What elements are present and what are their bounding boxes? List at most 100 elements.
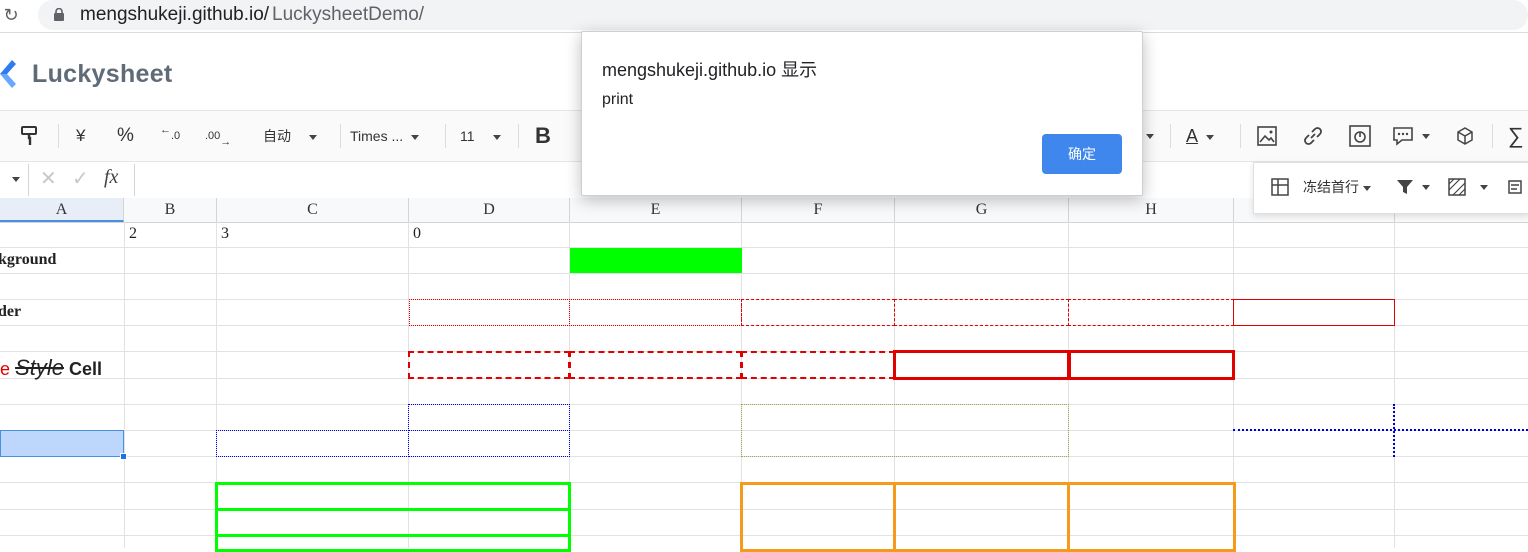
number-format-label: 自动 [263, 128, 291, 144]
orange-border-block [740, 482, 1236, 552]
cancel-icon[interactable]: ✕ [40, 166, 57, 191]
green-border-block [215, 482, 571, 552]
confirm-icon[interactable]: ✓ [72, 166, 89, 191]
toolbar-separator [1240, 124, 1241, 148]
chevron-down-icon [492, 134, 501, 140]
cell-a2: kground [0, 251, 57, 268]
decrease-decimal-label: .0 [171, 130, 181, 142]
insert-image-icon[interactable] [1257, 126, 1277, 146]
chevron-down-icon[interactable] [1146, 134, 1154, 139]
cell-c9-border [216, 430, 409, 457]
font-family-dropdown[interactable]: Times ... [350, 111, 420, 161]
fx-label: fx [104, 166, 119, 188]
column-header-b[interactable]: B [124, 198, 217, 222]
chevron-down-icon[interactable] [12, 177, 20, 182]
app-logo-text: Luckysheet [32, 60, 173, 88]
decrease-decimal-button[interactable]: ←.0 [160, 111, 180, 161]
fill-handle[interactable] [120, 453, 127, 460]
lock-icon [54, 8, 64, 21]
cell-e4-border [569, 299, 742, 326]
cell-f4-border [741, 299, 895, 326]
increase-decimal-button[interactable]: .00→ [205, 111, 231, 161]
cell-a6-cell-text: Cell [68, 359, 102, 379]
cell-b1: 2 [129, 225, 137, 242]
dialog-title: mengshukeji.github.io 显示 [602, 60, 818, 80]
column-header-c[interactable]: C [217, 198, 409, 222]
col-j-blue-border [1393, 404, 1395, 457]
cell-d4-border [409, 299, 570, 326]
font-size-label: 11 [460, 128, 475, 144]
font-color-button[interactable]: A [1186, 111, 1215, 161]
filter-icon[interactable] [1396, 178, 1414, 196]
cell-a6-style-text: Style [15, 355, 64, 380]
toolbar-separator [445, 124, 446, 148]
selected-cell-a9[interactable] [0, 430, 124, 457]
cell-f8-g9-border [741, 404, 1069, 457]
format-painter-icon[interactable] [20, 124, 40, 148]
url-host-text: mengshukeji.github.io/ [80, 4, 270, 25]
ok-button[interactable]: 确定 [1042, 134, 1122, 174]
row9-blue-border [1233, 429, 1528, 431]
freeze-label: 冻结首行 [1303, 179, 1359, 195]
freeze-dropdown[interactable]: 冻结首行 [1303, 177, 1371, 197]
column-header-a[interactable]: A [0, 198, 124, 222]
chevron-down-icon[interactable] [1422, 185, 1430, 190]
column-header-d[interactable]: D [409, 198, 570, 222]
reload-icon[interactable]: ↻ [0, 4, 22, 26]
toolbar-separator [1170, 124, 1171, 148]
grid-line [1394, 222, 1395, 548]
luckysheet-logo-icon [0, 60, 16, 88]
cell-d1: 0 [413, 225, 421, 242]
freeze-icon[interactable] [1271, 178, 1289, 196]
green-border-line [215, 534, 571, 537]
chevron-down-icon[interactable] [1422, 134, 1430, 139]
cell-d6-border [408, 351, 570, 379]
cell-e6-border [569, 351, 742, 379]
cell-a6: e Style Cell [0, 356, 102, 381]
divider [134, 164, 135, 196]
cell-g4-border [894, 299, 1069, 326]
orange-border-line [893, 482, 896, 552]
toolbar-separator [518, 124, 519, 148]
conditional-format-icon[interactable] [1448, 178, 1466, 196]
column-header-f[interactable]: F [742, 198, 895, 222]
number-format-dropdown[interactable]: 自动 [263, 111, 317, 161]
column-header-e[interactable]: E [570, 198, 742, 222]
font-family-label: Times ... [350, 128, 404, 144]
toolbar-separator [58, 124, 59, 148]
green-border-line [215, 508, 571, 511]
cell-c1: 3 [221, 225, 229, 242]
sum-icon[interactable]: ∑ [1508, 111, 1524, 161]
cell-e2-green [570, 248, 742, 273]
grid-line [124, 222, 125, 548]
column-header-g[interactable]: G [895, 198, 1069, 222]
cell-d9-border [408, 430, 570, 457]
font-color-letter: A [1186, 126, 1199, 146]
chevron-down-icon[interactable] [1480, 185, 1488, 190]
insert-chart-icon[interactable] [1349, 125, 1371, 147]
percent-format-button[interactable]: % [117, 111, 134, 161]
increase-decimal-label: .00 [205, 130, 221, 142]
toolbar-separator [1492, 124, 1493, 148]
column-header-h[interactable]: H [1069, 198, 1234, 222]
cell-h4-border [1068, 299, 1234, 326]
cell-g6-border [893, 350, 1070, 380]
currency-format-button[interactable]: ¥ [76, 111, 85, 161]
font-size-dropdown[interactable]: 11 [460, 111, 501, 161]
divider [28, 164, 29, 196]
orange-border-line [1067, 482, 1070, 552]
cell-i4-border [1233, 299, 1395, 326]
bold-button[interactable]: B [535, 111, 551, 161]
grid-line [0, 273, 1528, 274]
dialog-message: print [602, 91, 634, 108]
data-validation-icon[interactable] [1508, 178, 1526, 196]
insert-link-icon[interactable] [1303, 126, 1323, 146]
cell-d8-border [408, 404, 570, 431]
comment-icon[interactable] [1392, 126, 1414, 146]
chevron-down-icon [1206, 134, 1215, 140]
chevron-down-icon [309, 134, 317, 140]
cell-h6-border [1068, 350, 1235, 380]
grid-line [0, 247, 1528, 248]
chevron-down-icon [1363, 185, 1371, 191]
cube-icon[interactable] [1455, 126, 1475, 146]
